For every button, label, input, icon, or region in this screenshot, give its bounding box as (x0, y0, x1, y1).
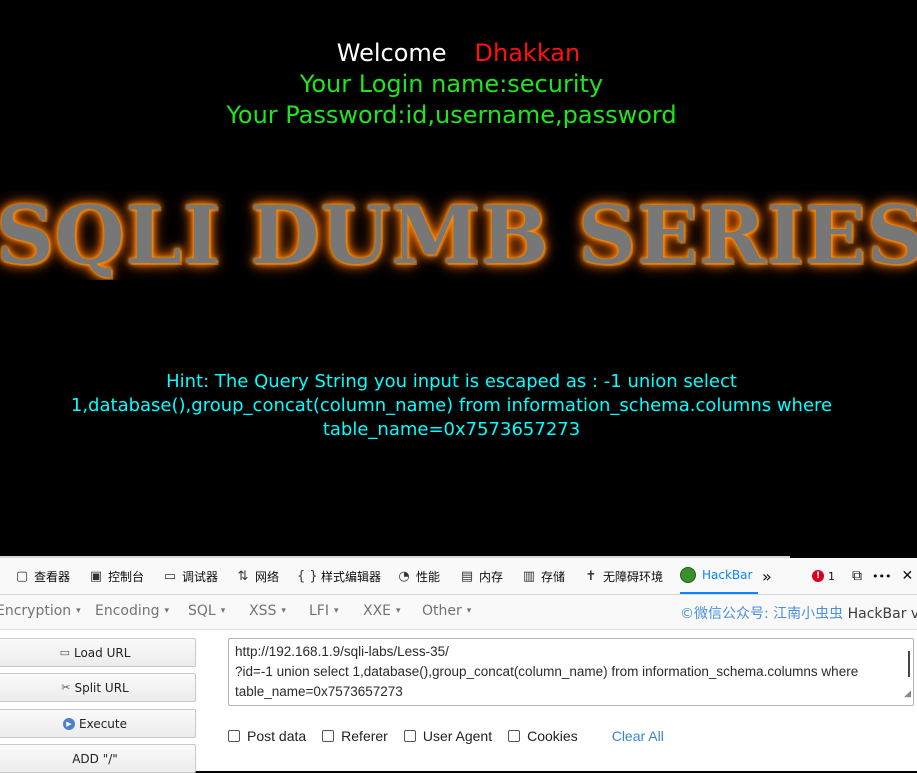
login-name-line: Your Login name:security (299, 70, 604, 98)
url-line: http://192.168.1.9/sqli-labs/Less-35/ (235, 644, 449, 659)
tab-inspector[interactable]: ▢ 查看器 (14, 558, 70, 594)
responsive-design-icon[interactable]: ⧉ (852, 568, 862, 584)
error-icon: ! (812, 570, 824, 582)
tab-label: 网络 (255, 569, 280, 584)
chevron-down-icon: ▾ (220, 606, 226, 616)
devtools-toolbar: ▢ 查看器 ▣ 控制台 ▭ 调试器 ⇅ 网络 { } 样式编辑器 ◔ 性能 ▤ 内存 ▥ 存储 … (0, 558, 917, 595)
tab-debugger[interactable]: ▭ 调试器 (162, 558, 218, 594)
tab-label: 性能 (416, 569, 441, 584)
performance-icon: ◔ (398, 568, 410, 584)
error-counter[interactable]: ! 1 (812, 558, 835, 594)
menu-encryption[interactable]: Encryption ▾ (0, 603, 81, 619)
hackbar-brand: ©微信公众号: 江南小虫虫 HackBar v2 (680, 606, 917, 622)
memory-icon: ▤ (460, 568, 474, 584)
clear-all-link[interactable]: Clear All (612, 728, 664, 744)
tab-label: 调试器 (182, 569, 219, 584)
textarea-scrollbar[interactable] (908, 651, 910, 677)
menu-sql[interactable]: SQL ▾ (188, 603, 225, 619)
menu-other[interactable]: Other ▾ (422, 603, 471, 619)
error-count: 1 (828, 569, 835, 583)
devtools-panel: ▢ 查看器 ▣ 控制台 ▭ 调试器 ⇅ 网络 { } 样式编辑器 ◔ 性能 ▤ 内存 ▥ 存储 … (0, 558, 917, 773)
scissors-icon: ✂ (61, 681, 71, 694)
tab-hackbar[interactable]: HackBar (680, 558, 759, 594)
close-icon[interactable]: ✕ (901, 568, 913, 584)
url-line: table_name=0x7573657273 (235, 684, 403, 699)
tab-label: 内存 (479, 569, 504, 584)
tab-overflow-button[interactable]: » (762, 558, 772, 594)
tab-accessibility[interactable]: ✝ 无障碍环境 (583, 558, 663, 594)
tab-console[interactable]: ▣ 控制台 (88, 558, 144, 594)
welcome-line: Welcome Dhakkan (0, 38, 917, 68)
chevron-down-icon: ▾ (333, 606, 339, 616)
tab-label: 查看器 (34, 569, 71, 584)
menu-encoding[interactable]: Encoding ▾ (95, 603, 169, 619)
menu-lfi[interactable]: LFI ▾ (309, 603, 339, 619)
resize-handle-icon[interactable]: ◢ (904, 683, 911, 703)
referer-checkbox[interactable]: Referer (322, 728, 388, 744)
play-icon: ▶ (63, 717, 75, 730)
chevron-double-right-icon: » (762, 566, 772, 586)
console-icon: ▣ (89, 568, 103, 584)
checkbox-box[interactable] (508, 730, 521, 742)
split-url-button[interactable]: ✂ Split URL (0, 673, 196, 702)
tab-network[interactable]: ⇅ 网络 (235, 558, 279, 594)
accessibility-icon: ✝ (585, 568, 597, 584)
more-options-icon[interactable]: ••• (872, 570, 891, 583)
chevron-down-icon: ▾ (396, 606, 401, 616)
checkbox-box[interactable] (322, 730, 335, 742)
post-data-checkbox[interactable]: Post data (228, 728, 306, 744)
chevron-down-icon: ▾ (466, 606, 472, 616)
tab-label: 无障碍环境 (603, 569, 664, 584)
debugger-icon: ▭ (163, 568, 177, 584)
checkbox-box[interactable] (403, 730, 416, 742)
network-icon: ⇅ (237, 568, 249, 584)
query-hint: Hint: The Query String you input is esca… (70, 371, 833, 440)
welcome-label: Welcome (336, 39, 447, 67)
checkbox-box[interactable] (228, 730, 240, 742)
sqli-dumb-series-banner: SQLI DUMB SERIES- (0, 190, 917, 280)
hackbar-icon (680, 567, 696, 583)
tab-label: 控制台 (108, 569, 145, 584)
cookies-checkbox[interactable]: Cookies (508, 728, 578, 744)
tab-label: 样式编辑器 (321, 569, 382, 584)
load-url-button[interactable]: ▭ Load URL (0, 638, 196, 667)
load-icon: ▭ (59, 646, 70, 659)
tab-label: HackBar (702, 568, 753, 582)
storage-icon: ▥ (522, 568, 536, 584)
chevron-down-icon: ▾ (164, 606, 170, 616)
tab-memory[interactable]: ▤ 内存 (459, 558, 503, 594)
style-editor-icon: { } (297, 568, 318, 584)
tab-performance[interactable]: ◔ 性能 (396, 558, 440, 594)
option-checkboxes: Post data Referer User Agent Cookies Cle… (228, 726, 664, 746)
menu-xss[interactable]: XSS ▾ (249, 603, 286, 619)
devtools-actions: ⧉ ••• ✕ (852, 558, 913, 594)
tab-label: 存储 (541, 569, 566, 584)
web-page: Welcome Dhakkan Your Login name:security … (0, 0, 917, 558)
inspector-icon: ▢ (15, 568, 29, 584)
menu-xxe[interactable]: XXE ▾ (363, 603, 401, 619)
tab-style-editor[interactable]: { } 样式编辑器 (297, 558, 381, 594)
chevron-down-icon: ▾ (76, 606, 81, 616)
tab-storage[interactable]: ▥ 存储 (521, 558, 565, 594)
user-agent-checkbox[interactable]: User Agent (403, 728, 492, 744)
chevron-down-icon: ▾ (281, 606, 286, 616)
hackbar-body: ▭ Load URL ✂ Split URL ▶ Execute ADD "/" ht… (0, 630, 917, 773)
hackbar-menu: Encryption ▾ Encoding ▾ SQL ▾ XSS ▾ LFI ▾ XXE… (0, 595, 917, 630)
welcome-name: Dhakkan (474, 39, 581, 67)
add-slash-button[interactable]: ADD "/" (0, 744, 196, 773)
url-line: ?id=-1 union select 1,database(),group_c… (235, 664, 859, 679)
password-line: Your Password:id,username,password (226, 101, 677, 129)
url-textarea[interactable]: http://192.168.1.9/sqli-labs/Less-35/ ?i… (228, 638, 914, 706)
execute-button[interactable]: ▶ Execute (0, 709, 196, 738)
